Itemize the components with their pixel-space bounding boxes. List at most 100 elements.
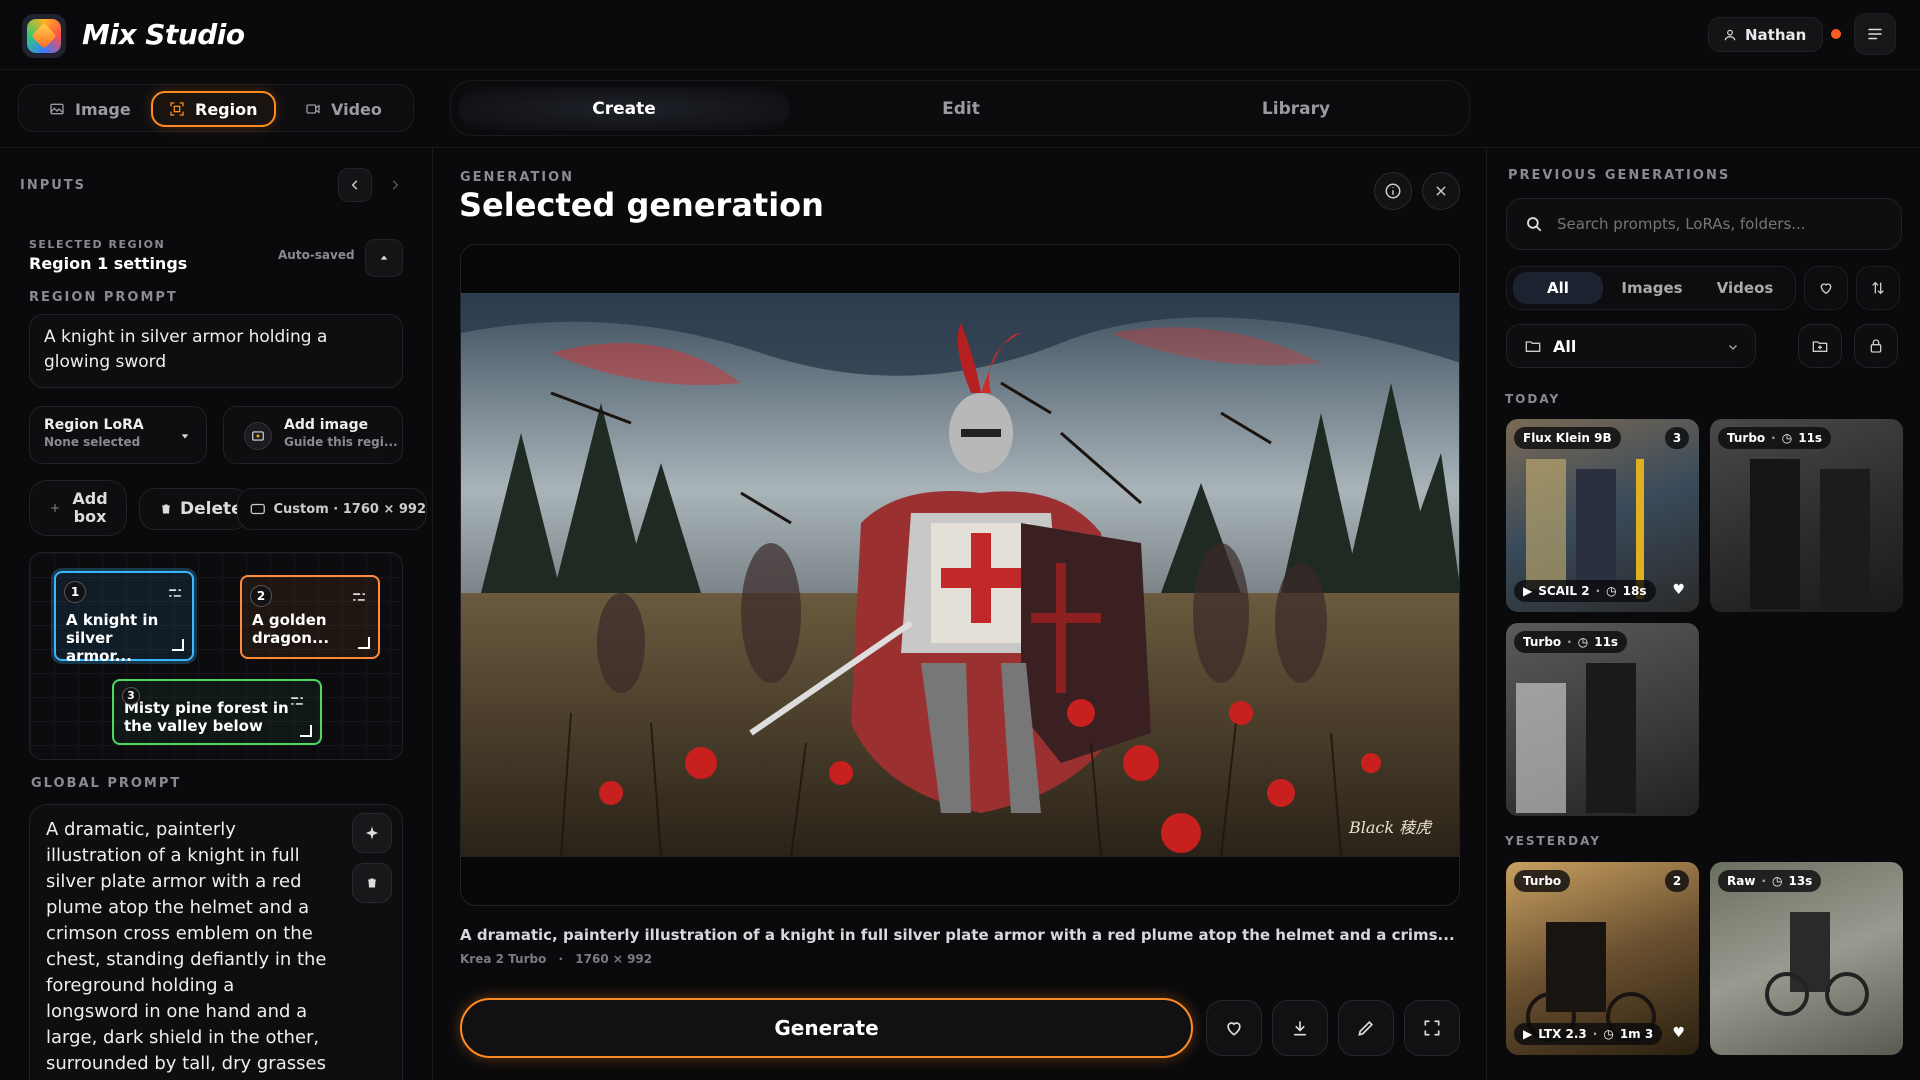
generation-title: Selected generation	[459, 186, 824, 224]
inputs-panel: INPUTS SELECTED REGION Region 1 settings…	[0, 148, 433, 1080]
fullscreen-button[interactable]	[1404, 1000, 1460, 1056]
adjust-icon	[291, 697, 303, 705]
adjust-icon	[353, 593, 365, 601]
collapse-button[interactable]	[365, 239, 403, 277]
user-button[interactable]: Nathan	[1708, 17, 1824, 52]
app-title: Mix Studio	[82, 18, 245, 51]
heart-filled-icon[interactable]: ♥	[1672, 1025, 1685, 1041]
add-image-button[interactable]: Add image Guide this regi...	[223, 406, 403, 464]
enhance-prompt-button[interactable]	[352, 813, 392, 853]
region-prompt-heading: REGION PROMPT	[29, 290, 178, 305]
region-3-number: 3	[122, 687, 140, 705]
thumb-count-badge: 3	[1665, 427, 1689, 449]
mode-image[interactable]: Image	[33, 91, 147, 127]
region-icon	[170, 102, 184, 116]
search-input[interactable]	[1557, 215, 1877, 233]
history-thumbnail[interactable]: Turbo 2 ▶ LTX 2.3 · ◷ 1m 3 ♥	[1506, 862, 1699, 1055]
thumb-model-tag: Turbo · ◷ 11s	[1514, 631, 1628, 653]
thumb-model-tag: Turbo · ◷ 11s	[1718, 427, 1832, 449]
favorite-button[interactable]	[1206, 1000, 1262, 1056]
search-box[interactable]	[1506, 198, 1902, 250]
filter-videos[interactable]: Videos	[1699, 272, 1791, 304]
region-box-1[interactable]: 1 A knight in silver armor...	[54, 571, 194, 665]
region-box-2[interactable]: 2 A golden dragon...	[240, 575, 380, 659]
today-heading: TODAY	[1505, 392, 1561, 406]
edit-button[interactable]	[1338, 1000, 1394, 1056]
filter-images[interactable]: Images	[1607, 272, 1697, 304]
main-tabs: Create Edit Library	[450, 80, 1470, 136]
lock-button[interactable]	[1854, 324, 1898, 368]
generation-caption: A dramatic, painterly illustration of a …	[460, 926, 1455, 944]
generated-image-frame: Black 稜虎	[460, 244, 1460, 906]
mode-region[interactable]: Region	[151, 91, 276, 127]
region-prompt-text: A knight in silver armor holding a glowi…	[44, 327, 328, 372]
folder-select[interactable]: All	[1506, 324, 1756, 368]
global-prompt-input[interactable]: A dramatic, painterly illustration of a …	[29, 804, 403, 1080]
history-thumbnail[interactable]: Turbo · ◷ 11s	[1506, 623, 1699, 816]
sort-button[interactable]	[1856, 266, 1900, 310]
inputs-heading: INPUTS	[20, 178, 87, 193]
chevron-down-icon	[1729, 345, 1737, 350]
global-prompt-heading: GLOBAL PROMPT	[31, 776, 182, 791]
center-right-divider	[1486, 148, 1487, 1080]
folder-select-value: All	[1553, 336, 1577, 356]
mode-video-label: Video	[331, 99, 382, 119]
app-root: Mix Studio Nathan Image Region Video Cre…	[0, 0, 1920, 1080]
search-icon	[1527, 217, 1542, 232]
delete-label: Delete	[180, 499, 243, 519]
add-box-button[interactable]: + Add box	[29, 480, 127, 536]
sort-icon	[1872, 281, 1884, 295]
close-button[interactable]	[1422, 172, 1460, 210]
adjust-icon	[169, 589, 181, 597]
generation-size: 1760 × 992	[575, 952, 653, 966]
generated-image[interactable]: Black 稜虎	[461, 293, 1460, 857]
region-3-text: Misty pine forest in the valley below	[124, 699, 289, 735]
region-box-3[interactable]: 3 Misty pine forest in the valley below	[112, 679, 322, 745]
resize-handle-icon	[300, 725, 312, 737]
new-folder-button[interactable]	[1798, 324, 1842, 368]
generate-button[interactable]: Generate	[460, 998, 1193, 1058]
thumb-model-tag: Flux Klein 9B	[1514, 427, 1621, 449]
expand-icon	[1424, 1020, 1440, 1036]
add-box-label: Add box	[72, 489, 108, 526]
download-button[interactable]	[1272, 1000, 1328, 1056]
top-bar: Mix Studio Nathan	[0, 0, 1920, 70]
prev-button[interactable]	[338, 168, 372, 202]
history-thumbnail[interactable]: Raw · ◷ 13s	[1710, 862, 1903, 1055]
trash-icon	[162, 504, 170, 514]
add-image-title: Add image	[284, 417, 369, 433]
type-filter: All Images Videos	[1506, 266, 1796, 310]
tab-edit[interactable]: Edit	[796, 87, 1126, 131]
thumb-count-badge: 2	[1665, 870, 1689, 892]
close-icon	[1436, 186, 1446, 196]
tab-library[interactable]: Library	[1131, 87, 1461, 131]
chevron-right-icon	[392, 180, 399, 190]
clock-icon: ◷	[1772, 874, 1783, 888]
history-thumbnail[interactable]: Flux Klein 9B 3 ▶ SCAIL 2 · ◷ 18s ♥	[1506, 419, 1699, 612]
delete-button[interactable]: Delete	[139, 488, 249, 530]
region-prompt-input[interactable]: A knight in silver armor holding a glowi…	[29, 314, 403, 388]
region-canvas[interactable]: 1 A knight in silver armor... 2 A golden…	[29, 552, 403, 760]
region-lora-select[interactable]: Region LoRA None selected	[29, 406, 207, 464]
play-icon: ▶	[1523, 1027, 1533, 1041]
tab-create[interactable]: Create	[459, 87, 789, 131]
info-button[interactable]	[1374, 172, 1412, 210]
mode-image-label: Image	[75, 99, 131, 119]
history-thumbnail[interactable]: Turbo · ◷ 11s	[1710, 419, 1903, 612]
filter-all[interactable]: All	[1513, 272, 1603, 304]
resize-handle-icon	[358, 637, 370, 649]
mode-switch: Image Region Video	[18, 84, 414, 132]
next-button[interactable]	[378, 168, 412, 202]
favorites-filter-button[interactable]	[1804, 266, 1848, 310]
clear-prompt-button[interactable]	[352, 863, 392, 903]
mode-video[interactable]: Video	[289, 91, 398, 127]
clock-icon: ◷	[1577, 635, 1589, 649]
heart-filled-icon[interactable]: ♥	[1672, 582, 1685, 598]
menu-button[interactable]	[1854, 13, 1896, 55]
heart-icon	[1820, 283, 1832, 295]
add-image-sub: Guide this regi...	[284, 435, 398, 449]
play-icon: ▶	[1523, 584, 1533, 598]
canvas-size-button[interactable]: Custom · 1760 × 992	[237, 488, 427, 530]
region-lora-title: Region LoRA	[44, 417, 144, 433]
region-1-number: 1	[64, 581, 86, 603]
